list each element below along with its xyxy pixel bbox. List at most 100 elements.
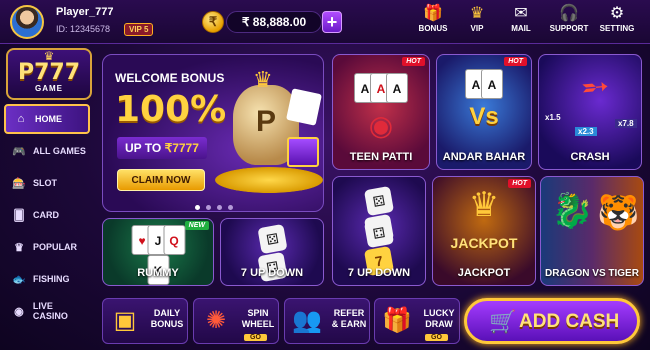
headset-icon: 🎧	[559, 5, 579, 22]
gift-box-icon	[287, 137, 319, 167]
fish-icon: 🐟	[12, 273, 26, 286]
balance-display: ₹ 88,888.00	[226, 11, 322, 33]
logo-text: P777	[17, 60, 81, 85]
nav-setting-button[interactable]: ⚙ SETTING	[594, 4, 640, 42]
crown-icon: ♛	[253, 67, 273, 92]
multiplier-label: x7.8	[615, 119, 637, 128]
game-tile-andar-bahar[interactable]: HOT AA Vs ANDAR BAHAR	[436, 54, 532, 170]
nav-label: SETTING	[599, 24, 635, 33]
playing-cards-icon	[286, 88, 322, 126]
nav-label: MAIL	[511, 24, 531, 33]
cards-icon: AA	[465, 69, 503, 99]
banner-percent: 100%	[115, 89, 227, 130]
gold-coins-pile	[215, 167, 323, 193]
spin-wheel-button[interactable]: ✺ SPIN WHEEL GO	[193, 298, 279, 344]
gear-icon: ⚙	[609, 5, 625, 22]
game-label: RUMMY	[137, 267, 179, 279]
game-label: JACKPOT	[457, 267, 511, 279]
banner-title: WELCOME BONUS	[115, 71, 225, 85]
hot-badge: HOT	[402, 57, 425, 66]
refer-earn-button[interactable]: 👥 REFER & EARN	[284, 298, 370, 344]
treasure-chest-icon: ▣	[113, 307, 137, 334]
gift-icon: 🎁	[382, 307, 412, 334]
game-label: CRASH	[570, 151, 610, 163]
game-tile-rummy[interactable]: NEW ♥ J QK RUMMY	[102, 218, 214, 286]
multiplier-label: x1.5	[545, 113, 561, 122]
rocket-icon: ➶	[572, 63, 619, 111]
tiger-icon: 🐯	[597, 194, 640, 232]
game-tile-dragon-vs-tiger[interactable]: 🐉 🐯 DRAGON VS TIGER	[540, 176, 644, 286]
versus-text: Vs	[469, 103, 499, 130]
crown-icon: ♛	[14, 241, 24, 254]
coin-icon: ₹	[202, 11, 224, 33]
sidebar-item-card[interactable]: 🂠 CARD	[4, 200, 90, 230]
game-tile-jackpot[interactable]: HOT ♛ JACKPOT JACKPOT	[432, 176, 536, 286]
game-tile-teen-patti[interactable]: HOT AAA ◉ TEEN PATTI	[332, 54, 430, 170]
hot-badge: HOT	[508, 179, 531, 188]
player-name: Player_777	[56, 6, 114, 18]
game-label: 7 UP DOWN	[240, 267, 304, 279]
nav-bonus-button[interactable]: 🎁 BONUS	[410, 4, 456, 42]
nav-label: SUPPORT	[549, 24, 589, 33]
vip-level-badge: VIP 5	[124, 23, 154, 36]
go-badge: GO	[244, 334, 267, 341]
game-tile-7-up-down-small[interactable]: ⚄⚃ 7 UP DOWN	[220, 218, 324, 286]
game-label: DRAGON VS TIGER	[545, 268, 639, 279]
daily-bonus-label: DAILY BONUS	[150, 308, 184, 329]
sidebar-item-slot[interactable]: 🎰 SLOT	[4, 168, 90, 198]
crown-icon: ♛	[468, 186, 500, 224]
player-id: ID: 12345678	[56, 24, 111, 34]
slot-icon: 🎰	[12, 177, 26, 190]
sidebar-item-label: FISHING	[33, 274, 70, 284]
carousel-dots[interactable]	[103, 197, 323, 211]
hot-badge: HOT	[504, 57, 527, 66]
gift-icon: 🎁	[423, 5, 443, 22]
lucky-draw-button[interactable]: 🎁 LUCKY DRAW GO	[374, 298, 460, 344]
nav-vip-button[interactable]: ♛ VIP	[454, 4, 500, 42]
mail-icon: ✉	[514, 5, 528, 22]
sidebar-item-label: HOME	[35, 114, 62, 124]
sidebar-item-label: SLOT	[33, 178, 57, 188]
add-balance-button[interactable]: +	[322, 11, 342, 33]
dragon-icon: 🐉	[551, 192, 594, 230]
gamepad-icon: 🎮	[12, 145, 26, 158]
banner-upto: UP TO ₹7777	[117, 137, 207, 159]
multiplier-label: x2.3	[575, 127, 597, 136]
brand-logo: ♛ P777 GAME	[6, 48, 92, 100]
sidebar-item-label: CARD	[33, 210, 59, 220]
cards-icon: 🂠	[13, 209, 25, 222]
nav-support-button[interactable]: 🎧 SUPPORT	[546, 4, 592, 42]
logo-subtext: GAME	[35, 84, 63, 93]
game-label: ANDAR BAHAR	[442, 151, 526, 163]
add-cash-button[interactable]: 🛒 ADD CASH	[464, 298, 640, 344]
spin-wheel-label: SPIN WHEEL	[241, 308, 275, 329]
wheel-icon: ✺	[205, 307, 227, 334]
cards-icon: AAA	[354, 73, 408, 103]
game-tile-7-up-down[interactable]: ⚄⚂ ⚃7 7 UP DOWN	[332, 176, 426, 286]
poker-chip-icon: ◉	[368, 110, 394, 141]
nav-label: BONUS	[418, 24, 448, 33]
sidebar-item-all-games[interactable]: 🎮 ALL GAMES	[4, 136, 90, 166]
nav-mail-button[interactable]: ✉ MAIL	[498, 4, 544, 42]
go-badge: GO	[425, 334, 448, 341]
home-icon: ⌂	[17, 113, 25, 125]
daily-bonus-button[interactable]: ▣ DAILY BONUS	[102, 298, 188, 344]
crown-icon: ♛	[469, 5, 485, 22]
sidebar-item-label: POPULAR	[33, 242, 78, 252]
game-tile-crash[interactable]: ➶ x1.5 x2.3 x7.8 CRASH	[538, 54, 642, 170]
game-label: TEEN PATTI	[349, 151, 413, 163]
add-cash-label: ADD CASH	[519, 311, 620, 332]
new-badge: NEW	[184, 221, 209, 230]
sidebar-item-label: LIVE CASINO	[32, 301, 68, 321]
sidebar-item-label: ALL GAMES	[33, 146, 86, 156]
sidebar-item-home[interactable]: ⌂ HOME	[4, 104, 90, 134]
claim-now-button[interactable]: CLAIM NOW	[117, 169, 205, 191]
avatar[interactable]	[10, 5, 44, 39]
sidebar-item-popular[interactable]: ♛ POPULAR	[4, 232, 90, 262]
sidebar-item-live-casino[interactable]: ◉ LIVE CASINO	[4, 296, 90, 326]
sidebar-item-fishing[interactable]: 🐟 FISHING	[4, 264, 90, 294]
refer-earn-label: REFER & EARN	[331, 308, 367, 329]
sidebar: ⌂ HOME 🎮 ALL GAMES 🎰 SLOT 🂠 CARD ♛ POPULAR 🐟 F…	[4, 104, 92, 328]
welcome-bonus-banner[interactable]: WELCOME BONUS 100% UP TO ₹7777 CLAIM NOW…	[102, 54, 324, 212]
lucky-draw-label: LUCKY DRAW	[423, 308, 455, 329]
